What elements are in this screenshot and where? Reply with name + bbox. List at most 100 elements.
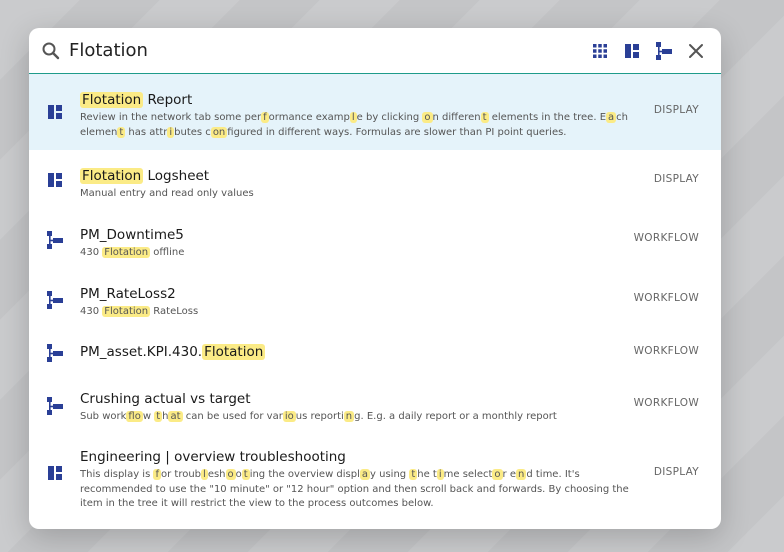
match-highlight: o <box>422 112 433 123</box>
text-segment: Review in the network tab some per <box>80 112 262 123</box>
search-icon <box>41 41 61 61</box>
result-description: Manual entry and read only values <box>80 187 638 202</box>
text-segment: g. E.g. a daily report or a monthly repo… <box>354 411 557 422</box>
result-type-label: WORKFLOW <box>633 345 699 357</box>
workflow-icon <box>46 230 64 249</box>
workflow-icon <box>46 290 64 309</box>
match-highlight: t <box>480 112 489 123</box>
result-type-label: WORKFLOW <box>633 292 699 304</box>
text-segment: Report <box>143 92 193 108</box>
result-type-label: DISPLAY <box>653 173 699 185</box>
text-segment: ormance examp <box>268 112 350 123</box>
result-item[interactable]: Crushing actual vs target Sub work flo w t… <box>29 375 721 436</box>
result-type-label: DISPLAY <box>653 104 699 116</box>
result-type-label: WORKFLOW <box>633 232 699 244</box>
text-segment: me select <box>443 469 493 480</box>
result-title: Flotation Report <box>80 91 638 109</box>
workflow-icon <box>46 396 64 415</box>
result-description: 430 Flotation offline <box>80 246 618 261</box>
display-icon <box>46 103 64 121</box>
match-highlight: t <box>241 469 250 480</box>
result-description: Review in the network tab some per f orman… <box>80 111 638 140</box>
text-segment: butes c <box>174 126 211 138</box>
text-segment: Sub work <box>80 411 127 422</box>
workflow-icon[interactable] <box>653 40 675 62</box>
text-segment: elements in the tree. E <box>488 112 607 123</box>
match-highlight: l <box>201 469 208 480</box>
display-icon[interactable] <box>621 40 643 62</box>
text-segment: PM_asset.KPI.430. <box>80 344 203 360</box>
text-segment: Engineering | overview troubleshooting <box>80 449 346 465</box>
match-highlight: Flotation <box>102 306 151 317</box>
result-title: PM_asset.KPI.430. Flotation <box>80 343 618 361</box>
text-segment: 430 <box>80 247 103 258</box>
match-highlight: Flotation <box>202 344 266 360</box>
result-item[interactable]: Flotation Logsheet Manual entry and read… <box>29 150 721 209</box>
text-segment: r e <box>502 469 516 480</box>
match-highlight: Flotation <box>102 247 151 258</box>
text-segment: Crushing actual vs target <box>80 391 251 407</box>
match-highlight: a <box>606 112 617 123</box>
text-segment: figured in different ways. Formulas are … <box>227 126 567 138</box>
match-highlight: l <box>349 112 357 123</box>
text-segment: he t <box>417 469 437 480</box>
text-segment: y using <box>370 469 410 480</box>
text-segment: can be used for var <box>182 411 283 422</box>
result-item[interactable]: PM_Downtime5 430 Flotation offline WORKF… <box>29 209 721 270</box>
result-description: This display is f or troub l esh o o t ing the … <box>80 468 638 512</box>
match-highlight: f <box>153 469 161 480</box>
match-highlight: n <box>516 469 527 480</box>
search-dialog: Flotation Report Review in the network t… <box>29 28 721 529</box>
results-list: Flotation Report Review in the network t… <box>29 74 721 528</box>
text-segment: has attr <box>125 126 168 138</box>
close-icon[interactable] <box>685 40 707 62</box>
search-input[interactable] <box>69 35 579 66</box>
text-segment: offline <box>150 247 185 258</box>
match-highlight: Flotation <box>80 168 144 184</box>
workflow-icon <box>46 343 64 362</box>
display-icon <box>46 464 64 482</box>
match-highlight: n <box>343 411 355 422</box>
result-description: Sub work flo w t h at can be used for var io u… <box>80 410 618 425</box>
text-segment: RateLoss <box>150 306 199 317</box>
match-highlight: io <box>282 411 296 422</box>
text-segment: o <box>235 469 242 480</box>
match-highlight: o <box>492 469 503 480</box>
result-title: PM_RateLoss2 <box>80 285 618 303</box>
text-segment: This display is <box>80 469 154 480</box>
display-icon <box>46 171 64 189</box>
match-highlight: f <box>261 112 269 123</box>
result-title: Engineering | overview troubleshooting <box>80 448 638 466</box>
match-highlight: o <box>225 469 236 480</box>
match-highlight: on <box>210 126 228 138</box>
text-segment: e by clicking <box>356 112 423 123</box>
match-highlight: i <box>436 469 444 480</box>
text-segment: Manual entry and read only values <box>80 188 254 199</box>
text-segment: PM_RateLoss2 <box>80 286 176 302</box>
match-highlight: Flotation <box>80 92 144 108</box>
text-segment: us reporti <box>295 411 344 422</box>
match-highlight: t <box>154 411 163 422</box>
result-item[interactable]: PM_asset.KPI.430. Flotation WORKFLOW <box>29 324 721 375</box>
result-item[interactable]: PM_RateLoss2 430 Flotation RateLoss WORK… <box>29 270 721 324</box>
result-type-label: DISPLAY <box>653 466 699 478</box>
result-item[interactable]: Flotation Report Review in the network t… <box>29 74 721 150</box>
result-item[interactable]: Engineering | overview troubleshooting T… <box>29 436 721 528</box>
text-segment: n differen <box>432 112 481 123</box>
search-bar <box>29 28 721 74</box>
text-segment: or troub <box>161 469 202 480</box>
result-title: Flotation Logsheet <box>80 167 638 185</box>
text-segment: w <box>142 411 155 422</box>
match-highlight: a <box>359 469 371 480</box>
match-highlight: flo <box>126 411 143 422</box>
text-segment: PM_Downtime5 <box>80 227 184 243</box>
result-description: 430 Flotation RateLoss <box>80 305 618 320</box>
text-segment: ing the overview displ <box>249 469 360 480</box>
grid-icon[interactable] <box>589 40 611 62</box>
result-title: Crushing actual vs target <box>80 390 618 408</box>
text-segment: 430 <box>80 306 103 317</box>
match-highlight: at <box>168 411 183 422</box>
result-title: PM_Downtime5 <box>80 226 618 244</box>
text-segment: Logsheet <box>143 168 210 184</box>
text-segment: esh <box>207 469 226 480</box>
